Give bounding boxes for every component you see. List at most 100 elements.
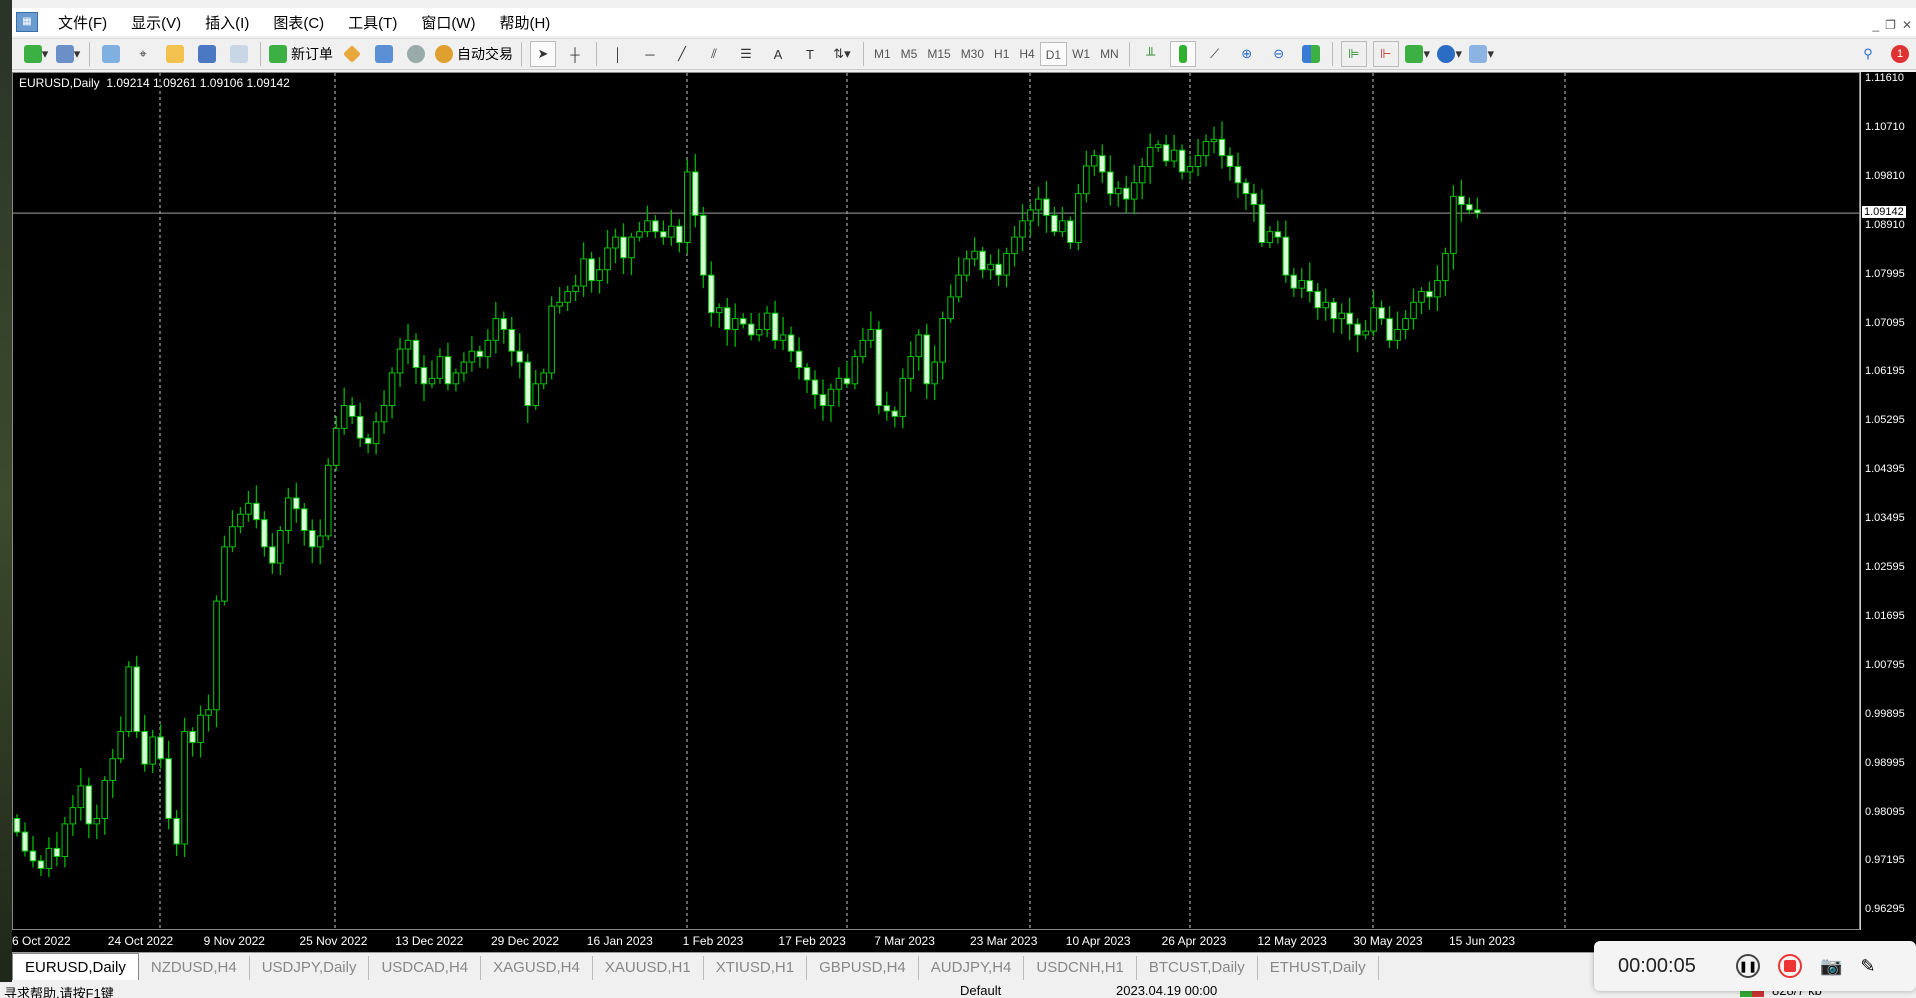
bear-candle [739,318,747,325]
navigator-button[interactable] [162,41,188,67]
auto-scroll-button[interactable]: ⊫ [1340,41,1367,67]
chart-tab[interactable]: EURUSD,Daily [12,953,139,980]
candlestick-chart-button[interactable] [1169,41,1196,67]
bull-candle [181,731,188,845]
bear-candle [13,817,21,833]
profiles-button[interactable]: ▾ [55,41,81,67]
camera-icon[interactable]: 📷 [1820,956,1842,977]
timeframe-m15[interactable]: M15 [922,42,955,66]
pen-icon[interactable]: ✎ [1860,956,1875,977]
bull-candle [1298,280,1306,289]
new-order-button[interactable]: 新订单 [269,41,333,67]
date-tick-label: 13 Dec 2022 [395,934,464,948]
close-icon[interactable]: ✕ [1902,18,1912,32]
chart-shift-button[interactable]: ⊩ [1372,41,1399,67]
arrows-tool[interactable]: ⇅▾ [829,41,855,67]
bear-candle [1178,149,1186,173]
pause-button[interactable]: ❚❚ [1736,954,1760,978]
text-tool[interactable]: A [765,41,791,67]
menu-charts[interactable]: 图表(C) [261,12,336,33]
periods-button[interactable]: ▾ [1437,41,1463,67]
chart-tab[interactable]: NZDUSD,H4 [139,956,250,980]
strategy-tester-button[interactable] [226,41,252,67]
menu-tools[interactable]: 工具(T) [336,12,409,33]
bull-candle [1130,182,1138,200]
bull-candle [1394,328,1401,341]
timeframe-m1[interactable]: M1 [869,42,896,66]
bull-candle [955,274,962,298]
tile-windows-button[interactable] [1298,41,1324,67]
auto-trading-button[interactable]: 自动交易 [435,41,513,67]
chart-tab[interactable]: XAUUSD,H1 [593,956,704,980]
menu-help[interactable]: 帮助(H) [487,12,562,33]
chart-tab[interactable]: BTCUST,Daily [1137,956,1258,980]
chart-tab[interactable]: ETHUST,Daily [1258,956,1379,980]
new-chart-button[interactable]: ▾ [23,41,49,67]
bear-candle [364,437,372,445]
date-tick-label: 26 Apr 2023 [1161,934,1227,948]
bear-candle [699,214,707,276]
chart-tab[interactable]: USDJPY,Daily [250,956,370,980]
bull-candle [332,427,340,466]
bull-candle [1146,146,1154,167]
restore-icon[interactable]: ❐ [1885,18,1896,32]
menu-view[interactable]: 显示(V) [119,12,193,33]
line-chart-button[interactable]: ⟋ [1202,41,1228,67]
bull-candle [548,305,555,374]
timeframe-m5[interactable]: M5 [896,42,923,66]
chart-tab[interactable]: XAGUSD,H4 [481,956,593,980]
chart-tab[interactable]: USDCNH,H1 [1024,956,1137,980]
menu-file[interactable]: 文件(F) [46,12,119,33]
templates-icon [1469,45,1488,63]
trendline-tool[interactable]: ╱ [669,41,695,67]
data-window-button[interactable]: ⌖ [130,41,156,67]
timeframe-d1[interactable]: D1 [1039,42,1068,66]
timeframe-m30[interactable]: M30 [956,42,989,66]
bear-candle [787,334,795,352]
bear-candle [923,334,931,385]
candlestick-plot [13,73,1861,931]
stop-button[interactable] [1778,954,1802,978]
vertical-line-tool[interactable]: │ [605,41,631,67]
bear-candle [1426,290,1433,298]
cursor-tool[interactable]: ➤ [530,41,556,67]
chart-tab[interactable]: USDCAD,H4 [369,956,482,980]
bear-candle [269,546,276,564]
equidistant-channel-tool[interactable]: ⫽ [701,41,727,67]
zoom-out-button[interactable]: ⊖ [1266,41,1292,67]
minimize-icon[interactable]: _ [1872,18,1879,32]
indicators-button[interactable]: ▾ [1405,41,1431,67]
timeframe-mn[interactable]: MN [1095,42,1124,66]
search-button[interactable]: ⚲ [1855,41,1881,67]
price-axis[interactable]: 1.11610 1.10710 1.09810 1.08910 1.07995 1.070… [1860,72,1916,930]
crosshair-target-icon: ⌖ [139,46,147,61]
templates-button[interactable]: ▾ [1469,41,1495,67]
zoom-in-button[interactable]: ⊕ [1234,41,1260,67]
market-button[interactable] [403,41,429,67]
text-label-tool[interactable]: T [797,41,823,67]
bull-candle [1019,220,1026,238]
metaeditor-button[interactable] [339,41,365,67]
bar-chart-button[interactable]: ╨ [1138,41,1164,67]
fibonacci-tool[interactable]: ☰ [733,41,759,67]
terminal-button[interactable] [194,41,220,67]
timeframe-h4[interactable]: H4 [1014,42,1039,66]
market-watch-button[interactable] [98,41,124,67]
price-chart[interactable]: EURUSD,Daily 1.09214 1.09261 1.09106 1.0… [12,72,1861,931]
bear-candle [1250,193,1258,206]
chart-tab[interactable]: GBPUSD,H4 [807,956,919,980]
timeframe-h1[interactable]: H1 [989,42,1014,66]
bull-candle [372,421,380,445]
bull-candle [1362,330,1369,336]
notifications-button[interactable]: 1 [1887,41,1913,67]
menu-insert[interactable]: 插入(I) [193,12,261,33]
chart-tab[interactable]: AUDJPY,H4 [919,956,1025,980]
menu-window[interactable]: 窗口(W) [409,12,487,33]
bear-candle [29,850,37,862]
signals-button[interactable] [371,41,397,67]
crosshair-tool[interactable]: ┼ [562,41,588,67]
bull-candle [684,171,691,244]
horizontal-line-tool[interactable]: ─ [637,41,663,67]
timeframe-w1[interactable]: W1 [1067,42,1095,66]
chart-tab[interactable]: XTIUSD,H1 [704,956,808,980]
